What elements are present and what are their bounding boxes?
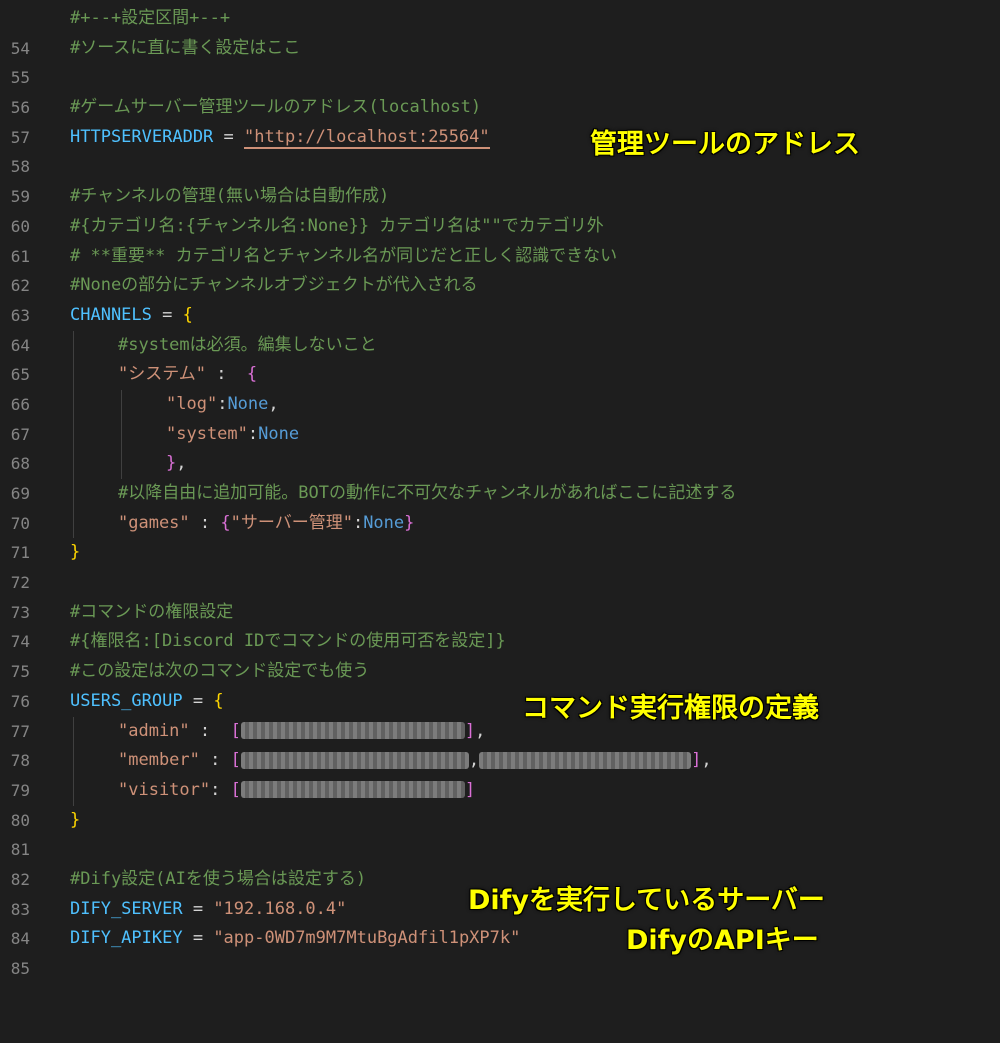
code-line: 78 "admin" : [], [0,716,1000,770]
code-line: 62 # **重要** カテゴリ名とチャンネル名が同じだと正しく認識できない [0,242,1000,296]
string-key: "system" [166,423,248,444]
indent-guide [73,775,74,806]
string-key: "member" [118,750,200,771]
comment: #Noneの部分にチャンネルオブジェクトが代入される [70,275,478,296]
code-line: 85 DIFY_APIKEY = "app-0WD7m9M7MtuBgAdfil… [0,924,1000,978]
code-line: 76 #この設定は次のコマンド設定でも使う [0,657,1000,711]
variable-name: CHANNELS [70,304,152,325]
string-key: "システム" [118,364,206,385]
code-line: 55 #ソースに直に書く設定はここ [0,34,1000,88]
variable-name: USERS_GROUP [70,690,183,711]
code-line: 71 "games" : {"サーバー管理":None} [0,508,1000,562]
redacted-id [240,722,465,739]
code-line: 64 CHANNELS = { [0,301,1000,355]
indent-guide [73,389,74,420]
redacted-id [240,751,469,769]
indent-guide [73,419,74,450]
none-keyword: None [363,512,405,533]
indent-guide [73,360,74,390]
comment: #ソースに直に書く設定はここ [70,37,301,58]
string-key: "サーバー管理" [230,512,353,533]
indent-guide [73,330,74,361]
code-line: 56 [0,63,1000,117]
code-line: 81 } [0,806,1000,860]
comment: #コマンドの権限設定 [70,601,234,622]
code-line: 69 }, [0,449,1000,503]
annotation-command-permission: コマンド実行権限の定義 [522,693,819,724]
code-line: 68 "system":None [0,419,1000,473]
annotation-admin-tool-address: 管理ツールのアドレス [590,129,860,160]
indent-guide [73,716,74,747]
code-line: 70 #以降自由に追加可能。BOTの動作に不可欠なチャンネルがあればここに記述す… [0,479,1000,533]
comment: #この設定は次のコマンド設定でも使う [70,661,370,682]
code-line: 77 USERS_GROUP = { [0,687,1000,741]
comment: #以降自由に追加可能。BOTの動作に不可欠なチャンネルがあればここに記述する [118,483,737,503]
comment: # **重要** カテゴリ名とチャンネル名が同じだと正しく認識できない [70,245,618,266]
comment: #チャンネルの管理(無い場合は自動作成) [70,186,390,207]
none-keyword: None [258,423,300,444]
code-line: 80 "visitor": [] [0,775,1000,830]
url-string: "http://localhost:25564" [244,126,490,149]
annotation-dify-server: Difyを実行しているサーバー [468,885,825,916]
code-line: 54 #+--+設定区間+--+ [0,4,1000,58]
code-line: 75 #{権限名:[Discord IDでコマンドの使用可否を設定]} [0,627,1000,681]
indent-guide [121,389,122,420]
comment: #ゲームサーバー管理ツールのアドレス(localhost) [70,97,482,118]
annotation-dify-apikey: DifyのAPIキー [626,925,819,956]
none-keyword: None [227,393,269,414]
string-value: "app-0WD7m9M7MtuBgAdfil1pXP7k" [213,928,521,949]
comment: #{カテゴリ名:{チャンネル名:None}} カテゴリ名は""でカテゴリ外 [70,215,604,236]
comment: #+--+設定区間+--+ [70,8,231,28]
line-number: 85 [10,959,30,979]
variable-name: DIFY_APIKEY [70,928,183,949]
indent-guide [73,479,74,509]
code-line: 73 [0,568,1000,622]
comment: #{権限名:[Discord IDでコマンドの使用可否を設定]} [70,631,506,652]
redacted-id [479,751,692,769]
indent-guide [73,508,74,539]
code-line: 63 #Noneの部分にチャンネルオブジェクトが代入される [0,271,1000,325]
variable-name: HTTPSERVERADDR [70,126,214,147]
code-line: 67 "log":None, [0,389,1000,444]
string-key: "visitor" [118,779,211,800]
code-line: 66 "システム" : { [0,360,1000,414]
indent-guide [73,449,74,479]
code-line: 82 [0,835,1000,889]
variable-name: DIFY_SERVER [70,898,183,919]
indent-guide [121,449,122,479]
code-line: 74 #コマンドの権限設定 [0,598,1000,652]
code-line: 65 #systemは必須。編集しないこと [0,330,1000,384]
code-line: 61 #{カテゴリ名:{チャンネル名:None}} カテゴリ名は""でカテゴリ外 [0,212,1000,266]
comment: #systemは必須。編集しないこと [118,334,377,355]
code-line: 57 #ゲームサーバー管理ツールのアドレス(localhost) [0,93,1000,147]
string-key: "log" [166,393,218,414]
string-value: "192.168.0.4" [213,898,347,919]
string-key: "games" [118,512,190,533]
comment: #Dify設定(AIを使う場合は設定する) [70,868,367,889]
code-line: 60 #チャンネルの管理(無い場合は自動作成) [0,182,1000,236]
code-line: 72 } [0,538,1000,592]
indent-guide [121,419,122,450]
redacted-id [240,781,465,799]
indent-guide [73,746,74,776]
code-line: 79 "member" : [,], [0,746,1000,800]
string-key: "admin" [118,720,190,741]
